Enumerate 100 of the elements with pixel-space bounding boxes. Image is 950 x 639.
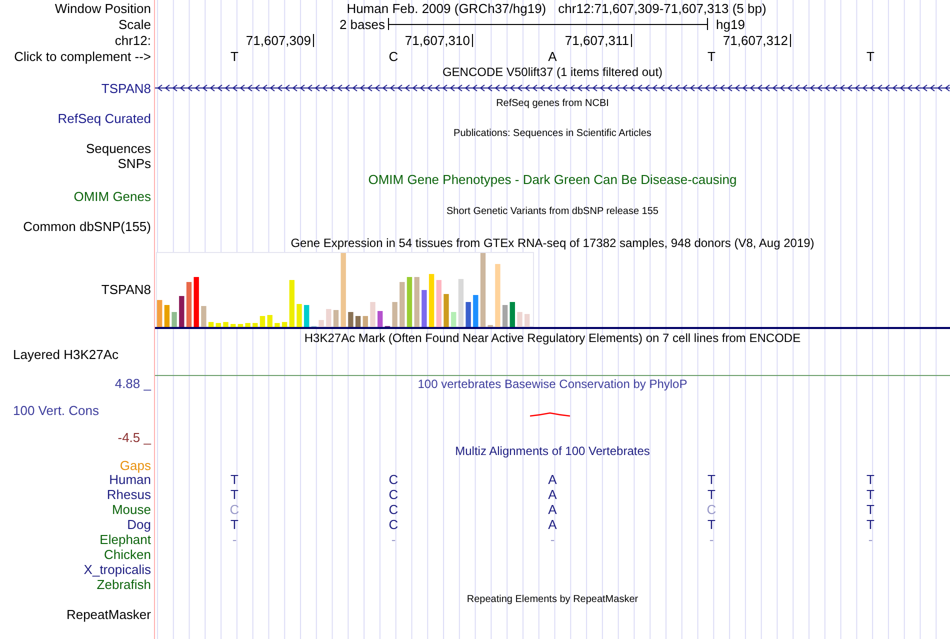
expression-bar bbox=[378, 311, 383, 327]
expression-bar bbox=[473, 295, 478, 327]
species-label[interactable]: Human bbox=[109, 473, 151, 486]
base-letter: - bbox=[868, 533, 873, 546]
assembly-name: Human Feb. 2009 (GRCh37/hg19) bbox=[346, 2, 546, 14]
expression-bar bbox=[458, 279, 464, 327]
track-label[interactable]: Layered H3K27Ac bbox=[13, 348, 119, 360]
base-letter: T bbox=[866, 488, 874, 501]
expression-bar bbox=[282, 322, 288, 327]
expression-bar bbox=[296, 304, 302, 327]
track-label[interactable]: TSPAN8 bbox=[101, 82, 151, 94]
expression-bar bbox=[414, 277, 420, 327]
base-letter[interactable]: T bbox=[866, 50, 874, 62]
base-letter: C bbox=[388, 503, 398, 516]
track-label[interactable]: RefSeq Curated bbox=[58, 112, 151, 125]
track-title: Short Genetic Variants from dbSNP release 155 bbox=[446, 206, 658, 216]
base-letter: - bbox=[232, 533, 237, 546]
expression-bar bbox=[451, 312, 456, 327]
expression-bar bbox=[201, 306, 206, 327]
expression-bar bbox=[267, 315, 272, 327]
expression-bar bbox=[245, 323, 250, 327]
assembly-label: hg19 bbox=[715, 18, 745, 30]
track-title: H3K27Ac Mark (Often Found Near Active Regulatory Elements) on 7 cell lines from ENCODE bbox=[304, 332, 801, 344]
track-title: Publications: Sequences in Scientific Articles bbox=[454, 128, 652, 138]
position-range: chr12:71,607,309-71,607,313 (5 bp) bbox=[558, 2, 766, 14]
base-letter: T bbox=[866, 473, 874, 486]
coordinate-label: 71,607,312 bbox=[722, 34, 789, 46]
expression-bar bbox=[326, 309, 332, 327]
expression-bar bbox=[436, 280, 442, 327]
base-letter: - bbox=[709, 533, 714, 546]
base-letter: T bbox=[866, 518, 874, 531]
base-letter[interactable]: A bbox=[548, 50, 557, 62]
species-label[interactable]: Zebrafish bbox=[96, 578, 151, 591]
base-letter: - bbox=[550, 533, 555, 546]
expression-bar bbox=[370, 302, 376, 327]
base-letter[interactable]: T bbox=[230, 50, 238, 62]
expression-bar bbox=[502, 305, 508, 327]
expression-bar bbox=[216, 323, 221, 327]
tick-mark bbox=[631, 34, 632, 46]
base-letter: A bbox=[548, 503, 557, 516]
expression-bar bbox=[444, 294, 449, 327]
base-letter: C bbox=[388, 473, 398, 486]
row-label: Scale bbox=[118, 18, 151, 30]
species-label[interactable]: Elephant bbox=[100, 533, 151, 546]
expression-bar bbox=[157, 300, 162, 327]
track-label[interactable]: Sequences bbox=[86, 142, 151, 155]
expression-bar bbox=[400, 282, 405, 327]
expression-bar bbox=[179, 296, 184, 327]
conservation-wiggle-drawing bbox=[530, 412, 570, 417]
expression-bar bbox=[362, 316, 368, 327]
track-title: Gene Expression in 54 tissues from GTEx RNA-seq of 17382 samples, 948 donors (V8, Aug 2019) bbox=[290, 237, 814, 249]
base-letter: T bbox=[708, 488, 716, 501]
base-letter: - bbox=[391, 533, 396, 546]
track-title: OMIM Gene Phenotypes - Dark Green Can Be Disease-causing bbox=[368, 173, 737, 186]
base-letter: T bbox=[866, 503, 874, 516]
base-letter: A bbox=[548, 473, 557, 486]
base-letter[interactable]: C bbox=[388, 50, 398, 62]
coordinate-label: 71,607,310 bbox=[404, 34, 471, 46]
base-letter: C bbox=[388, 518, 398, 531]
expression-bar bbox=[466, 302, 471, 327]
track-title: Repeating Elements by RepeatMasker bbox=[466, 594, 638, 604]
species-label[interactable]: X_tropicalis bbox=[84, 563, 151, 576]
track-label[interactable]: 100 Vert. Cons bbox=[13, 404, 99, 416]
expression-bar bbox=[392, 302, 398, 327]
track-title: 100 vertebrates Basewise Conservation by PhyloP bbox=[418, 378, 688, 390]
base-letter: C bbox=[388, 488, 398, 501]
expression-bar bbox=[172, 312, 177, 327]
base-letter: T bbox=[708, 518, 716, 531]
row-label: chr12: bbox=[114, 34, 151, 46]
species-label[interactable]: Rhesus bbox=[106, 488, 151, 501]
base-letter[interactable]: T bbox=[708, 50, 716, 62]
species-label[interactable]: Mouse bbox=[112, 503, 151, 516]
complement-link[interactable]: Click to complement --> bbox=[14, 50, 151, 62]
track-title: RefSeq genes from NCBI bbox=[496, 98, 609, 108]
expression-bar bbox=[208, 322, 214, 327]
base-letter: C bbox=[706, 503, 716, 516]
expression-bar bbox=[517, 312, 522, 327]
expression-bar bbox=[164, 305, 170, 327]
expression-bar bbox=[230, 324, 236, 327]
track-label[interactable]: OMIM Genes bbox=[74, 190, 151, 202]
expression-bar bbox=[194, 277, 199, 327]
expression-bar bbox=[289, 280, 294, 327]
expression-bar bbox=[406, 277, 412, 327]
track-label[interactable]: Common dbSNP(155) bbox=[23, 220, 151, 233]
species-label[interactable]: Dog bbox=[127, 518, 151, 531]
expression-bar bbox=[260, 316, 266, 327]
track-label[interactable]: SNPs bbox=[118, 157, 151, 170]
base-letter: A bbox=[548, 488, 557, 501]
tick-mark bbox=[472, 34, 473, 46]
expression-bar bbox=[223, 322, 228, 327]
track-label[interactable]: RepeatMasker bbox=[66, 608, 151, 621]
base-letter: T bbox=[230, 473, 238, 486]
track-title: GENCODE V50lift37 (1 items filtered out) bbox=[442, 66, 663, 78]
expression-bar bbox=[355, 316, 361, 327]
expression-bar bbox=[238, 324, 244, 327]
track-label[interactable]: TSPAN8 bbox=[101, 283, 151, 296]
expression-bar bbox=[422, 290, 427, 327]
species-label[interactable]: Chicken bbox=[104, 548, 151, 561]
track-label[interactable]: -4.5 _ bbox=[118, 430, 151, 444]
track-label[interactable]: 4.88 _ bbox=[114, 376, 151, 390]
